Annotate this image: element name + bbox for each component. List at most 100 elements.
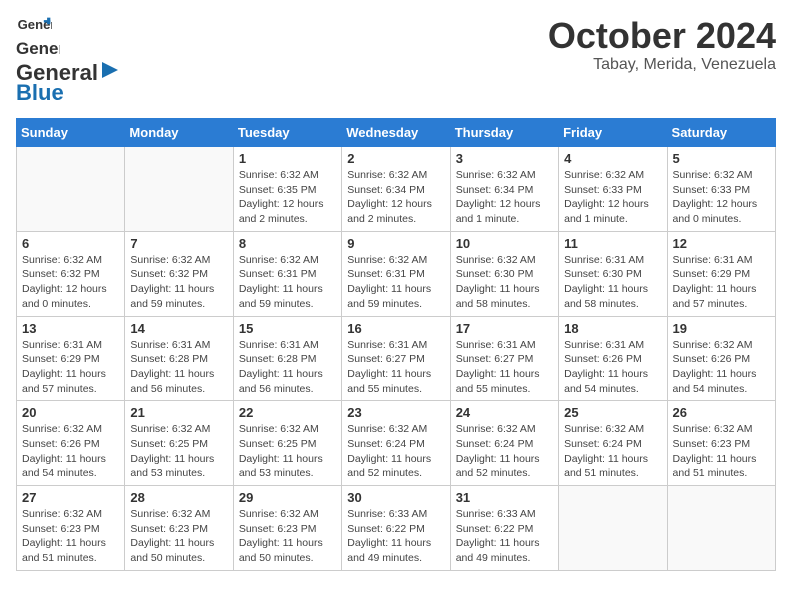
calendar-cell: 1 Sunrise: 6:32 AM Sunset: 6:35 PM Daylig… bbox=[233, 147, 341, 232]
calendar-cell: 29 Sunrise: 6:32 AM Sunset: 6:23 PM Dayli… bbox=[233, 486, 341, 571]
calendar-cell: 16Sunrise: 6:31 AM Sunset: 6:27 PM Dayli… bbox=[342, 316, 450, 401]
day-number: 3 bbox=[456, 151, 553, 166]
day-number: 28 bbox=[130, 490, 227, 505]
calendar-week-row: 6Sunrise: 6:32 AM Sunset: 6:32 PM Daylig… bbox=[17, 231, 776, 316]
weekday-header-wednesday: Wednesday bbox=[342, 119, 450, 147]
day-number: 26 bbox=[673, 405, 770, 420]
day-info: Sunrise: 6:31 AM Sunset: 6:28 PM Dayligh… bbox=[239, 338, 336, 397]
calendar-cell: 5 Sunrise: 6:32 AM Sunset: 6:33 PM Daylig… bbox=[667, 147, 775, 232]
calendar-cell: 14Sunrise: 6:31 AM Sunset: 6:28 PM Dayli… bbox=[125, 316, 233, 401]
calendar-cell: 10 Sunrise: 6:32 AM Sunset: 6:30 PM Dayli… bbox=[450, 231, 558, 316]
svg-text:General: General bbox=[18, 17, 52, 32]
day-info: Sunrise: 6:32 AM Sunset: 6:23 PM Dayligh… bbox=[239, 507, 336, 566]
calendar-cell: 31 Sunrise: 6:33 AM Sunset: 6:22 PM Dayli… bbox=[450, 486, 558, 571]
day-info: Sunrise: 6:31 AM Sunset: 6:26 PM Dayligh… bbox=[564, 338, 661, 397]
calendar-cell: 20 Sunrise: 6:32 AM Sunset: 6:26 PM Dayli… bbox=[17, 401, 125, 486]
day-info: Sunrise: 6:32 AM Sunset: 6:31 PM Dayligh… bbox=[347, 253, 444, 312]
day-info: Sunrise: 6:32 AM Sunset: 6:25 PM Dayligh… bbox=[130, 422, 227, 481]
day-number: 13 bbox=[22, 321, 119, 336]
calendar-cell: 7Sunrise: 6:32 AM Sunset: 6:32 PM Daylig… bbox=[125, 231, 233, 316]
day-number: 2 bbox=[347, 151, 444, 166]
day-number: 24 bbox=[456, 405, 553, 420]
weekday-header-monday: Monday bbox=[125, 119, 233, 147]
header: General General General Blue October 202… bbox=[16, 16, 776, 106]
calendar-cell: 24 Sunrise: 6:32 AM Sunset: 6:24 PM Dayli… bbox=[450, 401, 558, 486]
weekday-header-thursday: Thursday bbox=[450, 119, 558, 147]
calendar-week-row: 1 Sunrise: 6:32 AM Sunset: 6:35 PM Daylig… bbox=[17, 147, 776, 232]
calendar-cell: 11 Sunrise: 6:31 AM Sunset: 6:30 PM Dayli… bbox=[559, 231, 667, 316]
calendar-cell bbox=[667, 486, 775, 571]
day-info: Sunrise: 6:32 AM Sunset: 6:35 PM Dayligh… bbox=[239, 168, 336, 227]
day-number: 4 bbox=[564, 151, 661, 166]
weekday-header-tuesday: Tuesday bbox=[233, 119, 341, 147]
day-info: Sunrise: 6:31 AM Sunset: 6:30 PM Dayligh… bbox=[564, 253, 661, 312]
calendar-cell bbox=[559, 486, 667, 571]
day-info: Sunrise: 6:33 AM Sunset: 6:22 PM Dayligh… bbox=[456, 507, 553, 566]
calendar-week-row: 20 Sunrise: 6:32 AM Sunset: 6:26 PM Dayli… bbox=[17, 401, 776, 486]
day-info: Sunrise: 6:31 AM Sunset: 6:29 PM Dayligh… bbox=[673, 253, 770, 312]
month-title: October 2024 bbox=[548, 16, 776, 56]
day-info: Sunrise: 6:32 AM Sunset: 6:31 PM Dayligh… bbox=[239, 253, 336, 312]
day-number: 14 bbox=[130, 321, 227, 336]
calendar-cell: 23 Sunrise: 6:32 AM Sunset: 6:24 PM Dayli… bbox=[342, 401, 450, 486]
day-info: Sunrise: 6:32 AM Sunset: 6:23 PM Dayligh… bbox=[673, 422, 770, 481]
day-info: Sunrise: 6:32 AM Sunset: 6:25 PM Dayligh… bbox=[239, 422, 336, 481]
day-number: 5 bbox=[673, 151, 770, 166]
day-info: Sunrise: 6:32 AM Sunset: 6:23 PM Dayligh… bbox=[130, 507, 227, 566]
logo-blue-text: Blue bbox=[16, 80, 64, 106]
day-number: 27 bbox=[22, 490, 119, 505]
day-info: Sunrise: 6:32 AM Sunset: 6:30 PM Dayligh… bbox=[456, 253, 553, 312]
day-info: Sunrise: 6:32 AM Sunset: 6:32 PM Dayligh… bbox=[22, 253, 119, 312]
day-number: 22 bbox=[239, 405, 336, 420]
day-number: 30 bbox=[347, 490, 444, 505]
calendar-cell: 18 Sunrise: 6:31 AM Sunset: 6:26 PM Dayli… bbox=[559, 316, 667, 401]
day-info: Sunrise: 6:32 AM Sunset: 6:33 PM Dayligh… bbox=[564, 168, 661, 227]
day-info: Sunrise: 6:32 AM Sunset: 6:24 PM Dayligh… bbox=[347, 422, 444, 481]
day-number: 1 bbox=[239, 151, 336, 166]
day-number: 23 bbox=[347, 405, 444, 420]
calendar-cell: 12 Sunrise: 6:31 AM Sunset: 6:29 PM Dayli… bbox=[667, 231, 775, 316]
calendar-cell: 9Sunrise: 6:32 AM Sunset: 6:31 PM Daylig… bbox=[342, 231, 450, 316]
day-info: Sunrise: 6:31 AM Sunset: 6:29 PM Dayligh… bbox=[22, 338, 119, 397]
title-area: October 2024 Tabay, Merida, Venezuela bbox=[548, 16, 776, 74]
day-number: 31 bbox=[456, 490, 553, 505]
day-info: Sunrise: 6:33 AM Sunset: 6:22 PM Dayligh… bbox=[347, 507, 444, 566]
day-number: 25 bbox=[564, 405, 661, 420]
day-info: Sunrise: 6:32 AM Sunset: 6:34 PM Dayligh… bbox=[347, 168, 444, 227]
day-info: Sunrise: 6:32 AM Sunset: 6:24 PM Dayligh… bbox=[564, 422, 661, 481]
day-info: Sunrise: 6:32 AM Sunset: 6:33 PM Dayligh… bbox=[673, 168, 770, 227]
day-number: 11 bbox=[564, 236, 661, 251]
weekday-header-sunday: Sunday bbox=[17, 119, 125, 147]
calendar-cell: 4 Sunrise: 6:32 AM Sunset: 6:33 PM Daylig… bbox=[559, 147, 667, 232]
day-info: Sunrise: 6:32 AM Sunset: 6:32 PM Dayligh… bbox=[130, 253, 227, 312]
svg-text:General: General bbox=[16, 39, 60, 58]
calendar-cell: 27 Sunrise: 6:32 AM Sunset: 6:23 PM Dayli… bbox=[17, 486, 125, 571]
calendar-cell: 2 Sunrise: 6:32 AM Sunset: 6:34 PM Daylig… bbox=[342, 147, 450, 232]
calendar-cell: 19Sunrise: 6:32 AM Sunset: 6:26 PM Dayli… bbox=[667, 316, 775, 401]
day-info: Sunrise: 6:32 AM Sunset: 6:23 PM Dayligh… bbox=[22, 507, 119, 566]
day-number: 20 bbox=[22, 405, 119, 420]
day-number: 12 bbox=[673, 236, 770, 251]
calendar-cell: 30 Sunrise: 6:33 AM Sunset: 6:22 PM Dayli… bbox=[342, 486, 450, 571]
calendar-table: SundayMondayTuesdayWednesdayThursdayFrid… bbox=[16, 118, 776, 571]
day-info: Sunrise: 6:31 AM Sunset: 6:27 PM Dayligh… bbox=[456, 338, 553, 397]
calendar-week-row: 13 Sunrise: 6:31 AM Sunset: 6:29 PM Dayli… bbox=[17, 316, 776, 401]
day-number: 17 bbox=[456, 321, 553, 336]
weekday-header-friday: Friday bbox=[559, 119, 667, 147]
day-info: Sunrise: 6:31 AM Sunset: 6:27 PM Dayligh… bbox=[347, 338, 444, 397]
day-info: Sunrise: 6:32 AM Sunset: 6:26 PM Dayligh… bbox=[673, 338, 770, 397]
weekday-header-row: SundayMondayTuesdayWednesdayThursdayFrid… bbox=[17, 119, 776, 147]
day-number: 29 bbox=[239, 490, 336, 505]
calendar-cell: 22 Sunrise: 6:32 AM Sunset: 6:25 PM Dayli… bbox=[233, 401, 341, 486]
location-title: Tabay, Merida, Venezuela bbox=[548, 56, 776, 74]
logo: General General General Blue bbox=[16, 16, 120, 106]
day-info: Sunrise: 6:32 AM Sunset: 6:26 PM Dayligh… bbox=[22, 422, 119, 481]
day-number: 18 bbox=[564, 321, 661, 336]
day-number: 21 bbox=[130, 405, 227, 420]
calendar-cell: 13 Sunrise: 6:31 AM Sunset: 6:29 PM Dayli… bbox=[17, 316, 125, 401]
calendar-cell bbox=[125, 147, 233, 232]
day-info: Sunrise: 6:32 AM Sunset: 6:24 PM Dayligh… bbox=[456, 422, 553, 481]
day-number: 15 bbox=[239, 321, 336, 336]
logo-icon: General bbox=[16, 16, 52, 34]
day-number: 10 bbox=[456, 236, 553, 251]
